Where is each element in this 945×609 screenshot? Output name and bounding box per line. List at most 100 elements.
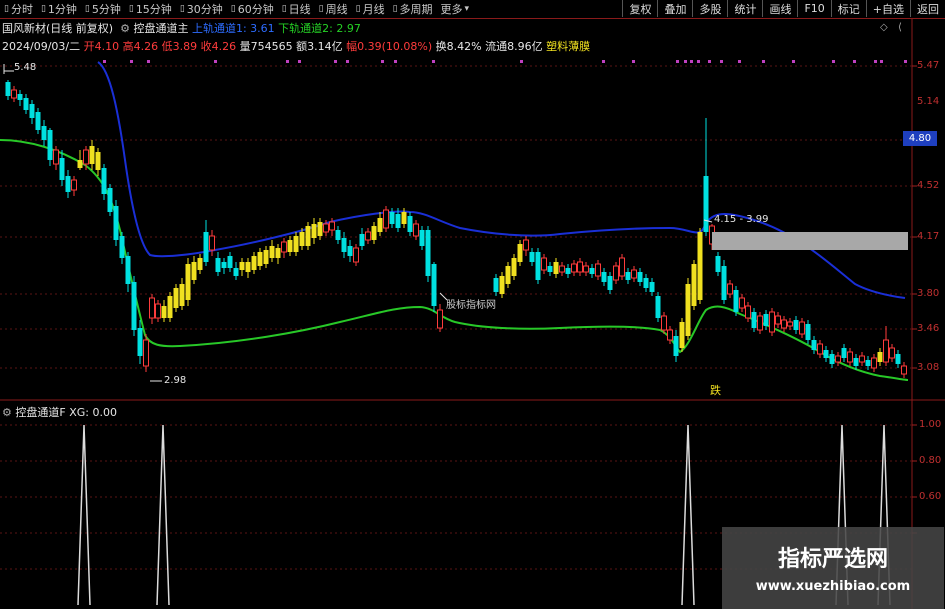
period-tab-60min[interactable]: ▯ 60分钟 bbox=[227, 1, 278, 17]
candle-body bbox=[407, 216, 413, 232]
candle-body bbox=[649, 282, 655, 292]
chevron-icon: ▯ bbox=[40, 4, 46, 14]
candle-body bbox=[559, 265, 565, 273]
candle-body bbox=[595, 263, 601, 277]
multi-stock-button[interactable]: 多股 bbox=[692, 0, 727, 17]
candle-body bbox=[511, 258, 517, 276]
candle-body bbox=[239, 262, 245, 270]
add-watchlist-button[interactable]: +自选 bbox=[865, 0, 910, 17]
period-tab-15min[interactable]: ▯ 15分钟 bbox=[125, 1, 176, 17]
period-tab-1min[interactable]: ▯ 1分钟 bbox=[37, 1, 81, 17]
candle-body bbox=[347, 246, 353, 256]
candle-body bbox=[535, 252, 541, 280]
candle-body bbox=[553, 262, 559, 274]
sub-indicator-title: ⚙ 控盘通道F XG: 0.00 bbox=[2, 404, 117, 420]
period-tab-monthly[interactable]: ▯ 月线 bbox=[352, 1, 389, 17]
candle-body bbox=[155, 303, 161, 319]
sub-indicator-name[interactable]: 控盘通道F bbox=[15, 406, 65, 419]
candle-body bbox=[541, 257, 547, 271]
watermark-overlay: 指标严选网 www.xuezhibiao.com bbox=[722, 527, 944, 609]
indicator-name[interactable]: 控盘通道主 bbox=[133, 22, 188, 35]
candle-body bbox=[425, 230, 431, 276]
chevron-icon: ▯ bbox=[230, 4, 236, 14]
period-tab-weekly[interactable]: ▯ 周线 bbox=[315, 1, 352, 17]
back-button[interactable]: 返回 bbox=[910, 0, 945, 17]
volume-value: 量754565 bbox=[239, 40, 293, 53]
candle-body bbox=[769, 311, 775, 333]
mark-button[interactable]: 标记 bbox=[830, 0, 866, 17]
sub-y-axis-label: 1.00 bbox=[919, 419, 942, 430]
candle-body bbox=[377, 218, 383, 232]
candle-body bbox=[667, 329, 673, 341]
diamond-icon[interactable]: ◇ bbox=[880, 22, 888, 33]
candle-body bbox=[431, 264, 437, 306]
period-tab-fenshi[interactable]: ▯ 分时 bbox=[0, 1, 37, 17]
chevron-left-icon[interactable]: ⟨ bbox=[898, 22, 902, 33]
watermark-title: 指标严选网 bbox=[777, 547, 888, 572]
stock-title[interactable]: 国风新材(日线 前复权) bbox=[2, 22, 113, 35]
candle-body bbox=[101, 168, 107, 194]
chevron-icon: ▯ bbox=[355, 4, 361, 14]
period-tab-5min[interactable]: ▯ 5分钟 bbox=[81, 1, 125, 17]
candle-body bbox=[577, 261, 583, 273]
signal-dot bbox=[792, 60, 795, 63]
candle-body bbox=[41, 126, 47, 140]
candle-body bbox=[305, 226, 311, 246]
sector-value[interactable]: 塑料薄膜 bbox=[546, 40, 590, 53]
candle-body bbox=[293, 236, 299, 252]
overlay-button[interactable]: 叠加 bbox=[657, 0, 692, 17]
candle-body bbox=[167, 296, 173, 318]
period-tab-daily[interactable]: ▯ 日线 bbox=[278, 1, 315, 17]
candle-body bbox=[583, 265, 589, 273]
settings-gear-icon[interactable]: ⚙ bbox=[2, 406, 12, 419]
y-axis-label: 4.52 bbox=[917, 180, 940, 191]
period-tab-more[interactable]: 更多 ▾ bbox=[437, 1, 474, 17]
signal-dot bbox=[697, 60, 700, 63]
current-price-tag: 4.80 bbox=[903, 131, 937, 146]
watermark-url: www.xuezhibiao.com bbox=[755, 579, 911, 594]
candle-body bbox=[523, 239, 529, 251]
signal-dot bbox=[684, 60, 687, 63]
sub-y-axis-label: 0.60 bbox=[919, 491, 942, 502]
candle-body bbox=[263, 250, 269, 264]
fuquan-button[interactable]: 复权 bbox=[622, 0, 657, 17]
candle-body bbox=[493, 278, 499, 292]
draw-line-button[interactable]: 画线 bbox=[762, 0, 797, 17]
signal-dot bbox=[762, 60, 765, 63]
y-axis-label: 5.14 bbox=[917, 96, 940, 107]
candle-body bbox=[275, 248, 281, 258]
signal-dot bbox=[394, 60, 397, 63]
period-tab-30min[interactable]: ▯ 30分钟 bbox=[176, 1, 227, 17]
candle-body bbox=[805, 324, 811, 340]
chevron-icon: ▯ bbox=[128, 4, 134, 14]
candle-body bbox=[703, 176, 709, 232]
right-toolbar: 复权 叠加 多股 统计 画线 F10 标记 +自选 返回 bbox=[622, 0, 945, 18]
statistics-button[interactable]: 统计 bbox=[727, 0, 762, 17]
candle-body bbox=[191, 262, 197, 280]
candle-body bbox=[131, 282, 137, 330]
candle-body bbox=[607, 276, 613, 290]
period-tab-multi[interactable]: ▯ 多周期 bbox=[389, 1, 437, 17]
candle-body bbox=[419, 230, 425, 246]
settings-gear-icon[interactable]: ⚙ bbox=[117, 22, 130, 35]
candle-body bbox=[775, 315, 781, 325]
max-price-label: 5.48 bbox=[14, 62, 37, 73]
signal-dot bbox=[130, 60, 133, 63]
candle-body bbox=[365, 231, 371, 241]
amount-value: 额3.14亿 bbox=[296, 40, 343, 53]
candle-body bbox=[877, 352, 883, 362]
open-value: 4.10 bbox=[94, 40, 120, 53]
candle-body bbox=[757, 315, 763, 331]
chart-title-row: 国风新材(日线 前复权) ⚙ 控盘通道主 上轨通道1: 3.61 下轨通道2: … bbox=[2, 20, 361, 36]
candle-body bbox=[65, 176, 71, 192]
candle-body bbox=[679, 322, 685, 348]
candle-body bbox=[113, 206, 119, 240]
chevron-icon: ▯ bbox=[318, 4, 324, 14]
f10-button[interactable]: F10 bbox=[797, 0, 830, 17]
candle-body bbox=[215, 258, 221, 272]
candle-body bbox=[691, 264, 697, 306]
candle-body bbox=[5, 82, 11, 96]
candle-body bbox=[323, 223, 329, 233]
signal-dot bbox=[632, 60, 635, 63]
float-value: 流通8.96亿 bbox=[485, 40, 543, 53]
